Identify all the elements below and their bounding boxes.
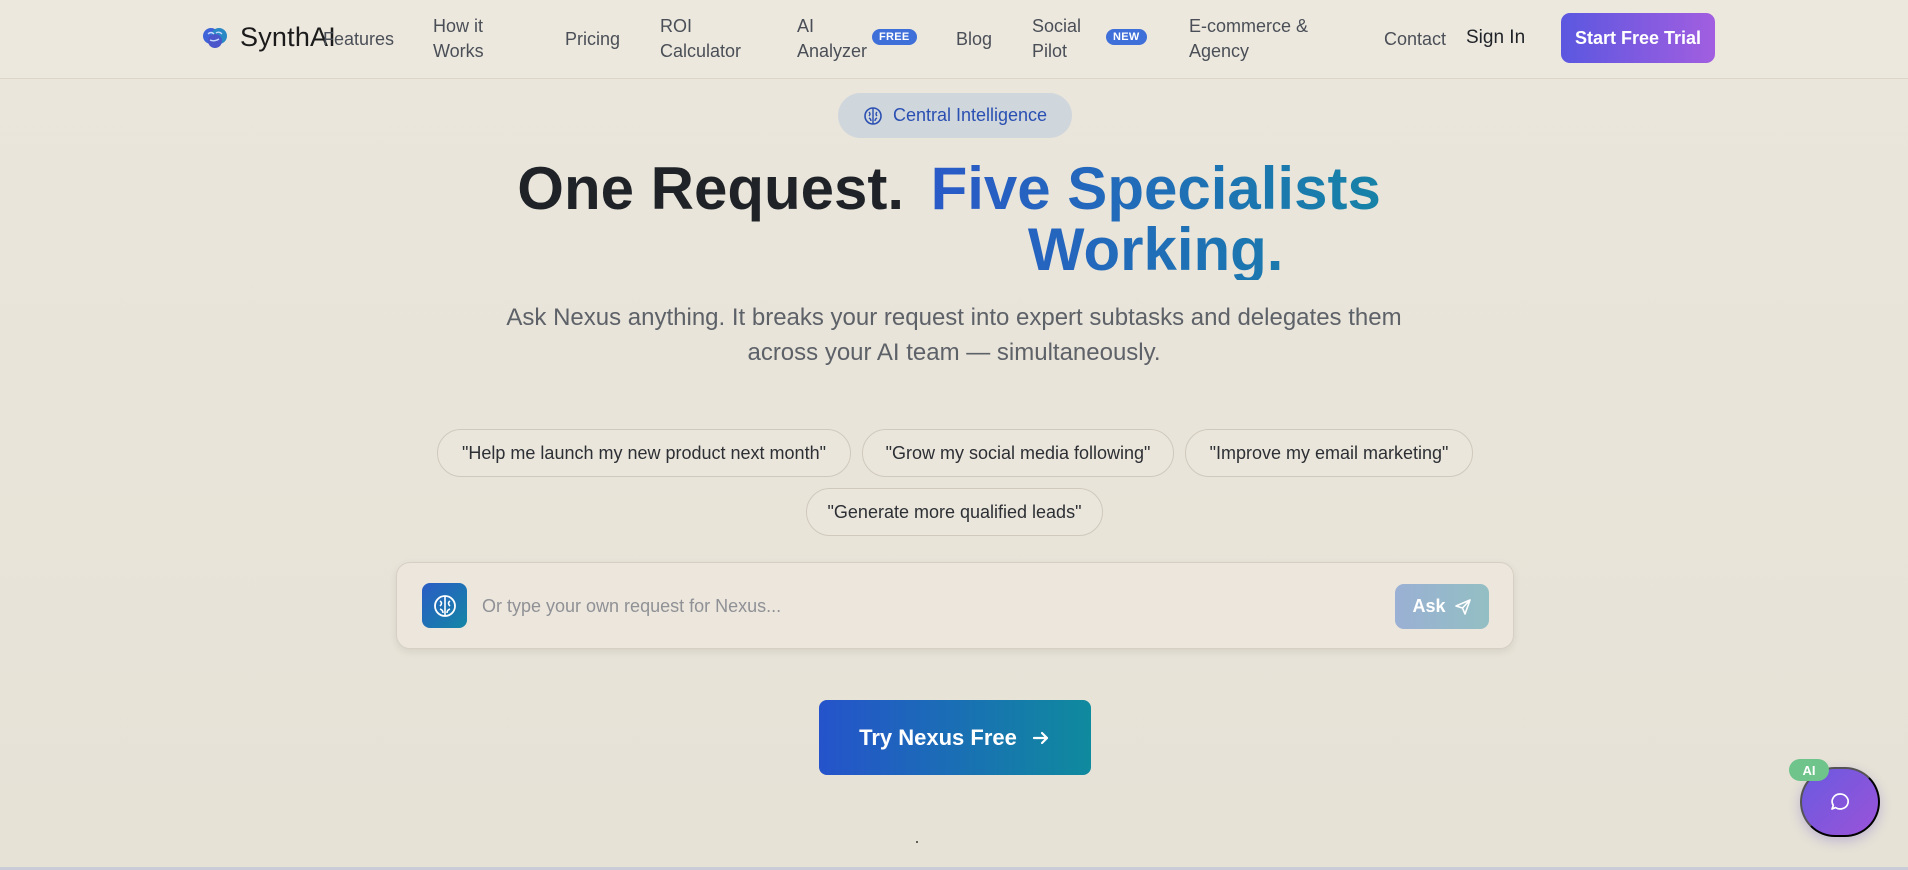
brain-icon [422, 583, 467, 628]
try-nexus-free-button[interactable]: Try Nexus Free [819, 700, 1091, 775]
nexus-request-box: Ask [396, 562, 1514, 649]
top-navbar: SynthAI Features How it Works Pricing RO… [0, 0, 1908, 79]
ai-badge: AI [1789, 759, 1829, 781]
ask-label: Ask [1412, 596, 1446, 616]
arrow-right-icon [1032, 731, 1048, 744]
brain-outline-icon [433, 594, 456, 617]
try-label: Try Nexus Free [859, 724, 1017, 750]
nav-features[interactable]: Features [323, 27, 394, 52]
brain-icon [203, 27, 227, 48]
suggestion-chip[interactable]: "Generate more qualified leads" [806, 488, 1103, 536]
suggestion-chip[interactable]: "Grow my social media following" [862, 429, 1174, 477]
send-icon [1454, 598, 1471, 615]
brain-outline-icon [864, 106, 882, 125]
nav-contact[interactable]: Contact [1384, 27, 1446, 52]
nav-social-pilot[interactable]: Social Pilot [1032, 14, 1102, 64]
ask-button[interactable]: Ask [1395, 584, 1489, 629]
nav-blog[interactable]: Blog [956, 27, 992, 52]
nav-ecommerce-agency[interactable]: E-commerce & Agency [1189, 14, 1329, 64]
chat-bubble-icon [1831, 793, 1849, 810]
page: SynthAI Features How it Works Pricing RO… [0, 0, 1908, 870]
hero-title-part1: One Request. [517, 155, 905, 222]
nav-pricing[interactable]: Pricing [565, 27, 620, 52]
hero-title-part2: Five Specialists Working. [921, 158, 1391, 280]
hero-title: One Request. Five Specialists Working. [0, 158, 1908, 280]
nav-roi-calculator[interactable]: ROI Calculator [660, 14, 760, 64]
decorative-dot [916, 841, 918, 843]
sign-in-link[interactable]: Sign In [1466, 27, 1525, 49]
free-badge: FREE [872, 29, 917, 45]
brand-name: SynthAI [240, 22, 336, 52]
new-badge: NEW [1106, 29, 1147, 45]
nav-ai-analyzer[interactable]: AI Analyzer [797, 14, 877, 64]
start-free-trial-button[interactable]: Start Free Trial [1561, 13, 1715, 63]
nexus-request-input[interactable] [482, 585, 1382, 627]
central-intelligence-pill: Central Intelligence [838, 93, 1072, 138]
suggestion-chip[interactable]: "Improve my email marketing" [1185, 429, 1473, 477]
nav-how-it-works[interactable]: How it Works [433, 14, 533, 64]
brand-logo[interactable]: SynthAI [200, 22, 336, 53]
hero-subtitle: Ask Nexus anything. It breaks your reque… [506, 304, 1402, 366]
pill-label: Central Intelligence [892, 105, 1048, 125]
suggestion-chip[interactable]: "Help me launch my new product next mont… [437, 429, 851, 477]
